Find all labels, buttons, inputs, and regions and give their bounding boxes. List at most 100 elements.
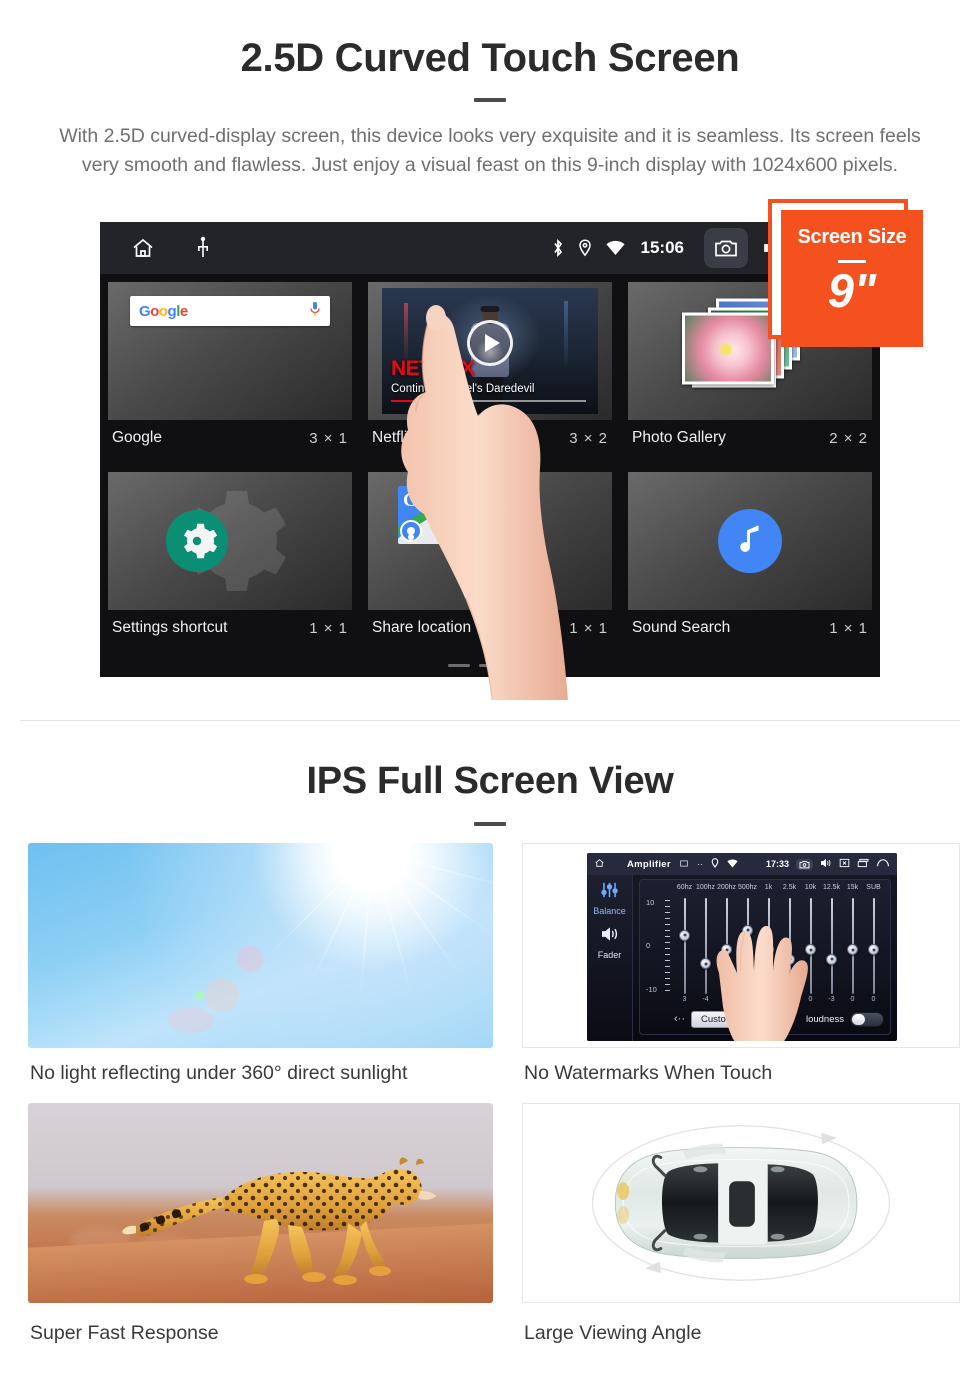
amplifier-side-nav: Balance Fader — [587, 875, 633, 1041]
loudness-control[interactable]: loudness — [806, 1011, 884, 1027]
tile-image-sunlight — [28, 843, 493, 1048]
amplifier-status-bar: Amplifier ·· 17:33 — [587, 853, 897, 875]
page-dot-active[interactable] — [510, 664, 532, 667]
eq-value: -3 — [828, 996, 835, 1003]
axis-label-min: -10 — [646, 985, 657, 994]
section2-title: IPS Full Screen View — [306, 760, 674, 802]
settings-shortcut-widget[interactable] — [108, 472, 352, 610]
back-icon[interactable] — [876, 858, 890, 870]
home-icon[interactable] — [594, 858, 605, 870]
page-dot[interactable] — [448, 664, 470, 667]
section2-title-underline — [474, 822, 506, 826]
tile-caption-car: Large Viewing Angle — [524, 1322, 702, 1344]
volume-icon[interactable] — [820, 858, 832, 870]
tile-image-amplifier: Amplifier ·· 17:33 Balance Fader 10 0 -1… — [522, 843, 960, 1048]
section1-title-underline — [474, 98, 506, 102]
eq-slider — [863, 898, 884, 994]
eq-value: 3 — [682, 996, 687, 1003]
band-label: 2.5k — [782, 884, 797, 891]
widget-cell-netflix[interactable]: NETFLIX Continue Marvel's Daredevil Netf… — [360, 274, 620, 464]
band-label: 15k — [846, 884, 859, 891]
side-label-fader[interactable]: Fader — [598, 950, 622, 960]
open-hand-illustration — [716, 925, 808, 1041]
recent-apps-icon[interactable] — [857, 858, 869, 870]
tile-caption-cheetah: Super Fast Response — [30, 1322, 219, 1344]
amplifier-clock: 17:33 — [765, 859, 789, 869]
section1-description: With 2.5D curved-display screen, this de… — [59, 125, 921, 176]
bluetooth-icon — [552, 238, 564, 258]
widget-cell-sound-search[interactable]: Sound Search 1 × 1 — [620, 464, 880, 654]
widget-cell-settings[interactable]: Settings shortcut 1 × 1 — [100, 464, 360, 654]
close-box-icon[interactable] — [839, 858, 850, 870]
loudness-toggle[interactable] — [850, 1011, 884, 1027]
page-dot[interactable] — [479, 664, 501, 667]
widget-label: Share location — [372, 619, 472, 636]
tile-image-cheetah — [28, 1103, 493, 1303]
netflix-brand: NETFLIX — [391, 357, 475, 380]
camera-icon[interactable] — [704, 228, 748, 268]
band-label: 60hz — [676, 884, 693, 891]
decor-light-right — [563, 300, 568, 364]
netflix-subtitle: Continue Marvel's Daredevil — [391, 383, 535, 395]
sliders-icon[interactable] — [600, 882, 619, 903]
widget-size: 1 × 1 — [569, 619, 608, 637]
axis-label-max: 10 — [646, 898, 655, 907]
google-search-widget[interactable]: Google — [108, 282, 352, 420]
badge-title: Screen Size — [797, 226, 907, 248]
sound-search-widget[interactable] — [628, 472, 872, 610]
band-label: 500hz — [737, 884, 758, 891]
car-top-view-illustration — [591, 1125, 891, 1281]
widget-size: 3 × 1 — [309, 429, 348, 447]
badge-underline — [838, 260, 866, 263]
google-logo: Google — [139, 302, 188, 320]
status-bar-clock: 15:06 — [640, 238, 684, 257]
home-icon[interactable] — [130, 236, 156, 260]
widget-size: 1 × 1 — [309, 619, 348, 637]
badge-value: 9" — [827, 264, 877, 317]
tile-caption-sunlight: No light reflecting under 360° direct su… — [30, 1062, 408, 1084]
share-location-widget[interactable]: G — [368, 472, 612, 610]
more-icon[interactable]: ·· — [697, 859, 703, 869]
microphone-icon[interactable] — [309, 301, 321, 322]
band-label: 100hz — [695, 884, 716, 891]
widget-size: 1 × 1 — [829, 619, 868, 637]
music-note-icon[interactable] — [718, 509, 782, 573]
netflix-widget[interactable]: NETFLIX Continue Marvel's Daredevil — [368, 282, 612, 420]
decor-light-left — [403, 303, 408, 360]
product-detail-page: 2.5D Curved Touch Screen With 2.5D curve… — [0, 0, 980, 1394]
amplifier-title: Amplifier — [627, 858, 671, 870]
cheetah-illustration — [122, 1157, 436, 1285]
speaker-icon[interactable] — [600, 926, 620, 947]
search-input[interactable]: Google — [130, 296, 330, 326]
wifi-icon — [605, 240, 625, 256]
eq-value: 0 — [871, 996, 876, 1003]
android-status-bar: 15:06 — [100, 222, 880, 274]
band-label: SUB — [866, 884, 881, 891]
usb-icon — [196, 236, 210, 260]
eq-slider — [842, 898, 863, 994]
camera-icon[interactable] — [796, 858, 813, 870]
band-label: 10k — [804, 884, 817, 891]
widget-label: Photo Gallery — [632, 429, 726, 446]
widget-label: Google — [112, 429, 162, 446]
eq-slider — [674, 898, 695, 994]
axis-ticks — [665, 900, 670, 992]
wifi-icon — [727, 859, 738, 870]
side-label-balance[interactable]: Balance — [593, 906, 626, 916]
section-divider — [20, 720, 960, 721]
google-maps-icon[interactable]: G — [398, 486, 456, 544]
equalizer-band-labels: 60hz 100hz 200hz 500hz 1k 2.5k 10k 12.5k… — [674, 884, 884, 896]
screen-icon[interactable] — [679, 859, 689, 870]
band-label: 1k — [764, 884, 773, 891]
widget-label: Settings shortcut — [112, 619, 228, 636]
widget-label: Sound Search — [632, 619, 731, 636]
amplifier-screen: Amplifier ·· 17:33 Balance Fader 10 0 -1… — [587, 853, 897, 1041]
band-label: 12.5k — [822, 884, 841, 891]
netflix-progress-bar — [391, 399, 586, 402]
gear-icon[interactable] — [166, 510, 228, 572]
page-indicator[interactable] — [100, 664, 880, 667]
widget-cell-google[interactable]: Google Google 3 × 1 — [100, 274, 360, 464]
section1-title: 2.5D Curved Touch Screen — [240, 36, 740, 80]
back-chevron-icon[interactable]: ‹·· — [674, 1013, 685, 1025]
widget-cell-share-location[interactable]: G Share location 1 × 1 — [360, 464, 620, 654]
